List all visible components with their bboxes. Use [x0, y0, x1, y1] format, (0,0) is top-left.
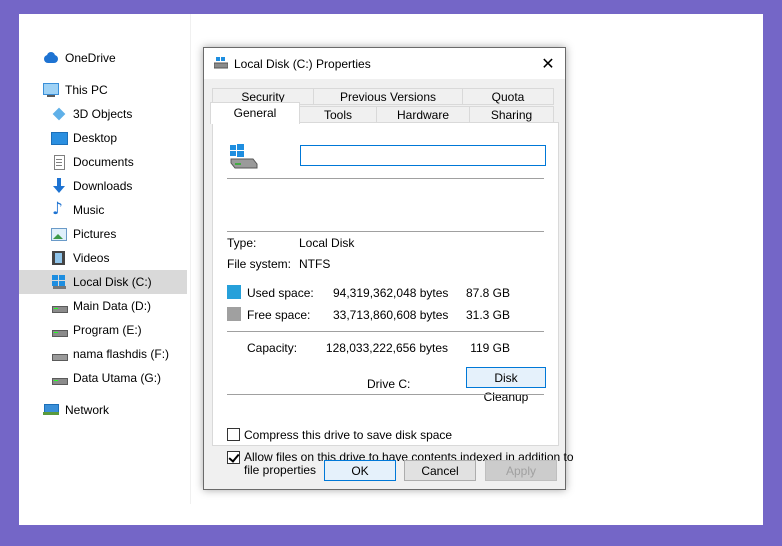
nav-item-program-e[interactable]: Program (E:): [51, 318, 183, 342]
nav-item-label: This PC: [65, 83, 108, 97]
disk-cleanup-button[interactable]: Disk Cleanup: [466, 367, 546, 404]
nav-item-label: Desktop: [73, 131, 118, 145]
nav-item-music[interactable]: Music: [51, 198, 183, 222]
drive-name-input[interactable]: [300, 145, 546, 166]
nav-item-videos[interactable]: Videos: [51, 246, 183, 270]
nav-item-downloads[interactable]: Downloads: [51, 174, 183, 198]
free-space-gb: 31.3 GB: [465, 308, 510, 322]
nav-item-pictures[interactable]: Pictures: [51, 222, 183, 246]
nav-item-label: Data Utama (G:): [73, 371, 162, 385]
divider: [227, 178, 544, 179]
dialog-title: Local Disk (C:) Properties: [234, 57, 371, 71]
properties-dialog: Local Disk (C:) Properties ✕ Security Pr…: [203, 47, 574, 490]
onedrive-icon: [43, 50, 59, 66]
pictures-icon: [51, 226, 67, 242]
tab-sharing[interactable]: Sharing: [469, 106, 554, 123]
type-label: Type:: [227, 236, 257, 250]
documents-icon: [51, 154, 67, 170]
type-value: Local Disk: [299, 236, 355, 250]
3d-objects-icon: [51, 106, 67, 122]
index-label-line2[interactable]: file properties: [244, 463, 316, 477]
tab-quota[interactable]: Quota: [462, 88, 554, 105]
capacity-bytes: 128,033,222,656 bytes: [325, 341, 448, 355]
used-space-swatch: [227, 285, 241, 299]
nav-item-data-utama-g[interactable]: Data Utama (G:): [51, 366, 183, 390]
nav-pane-divider: [190, 14, 191, 504]
divider: [227, 231, 544, 232]
windows-drive-large-icon: [227, 143, 259, 169]
nav-item-main-data-d[interactable]: Main Data (D:): [51, 294, 183, 318]
windows-drive-icon: [51, 274, 67, 290]
tab-general[interactable]: General: [210, 102, 300, 124]
ok-button[interactable]: OK: [324, 460, 396, 481]
cancel-button[interactable]: Cancel: [404, 460, 476, 481]
nav-item-local-disk-c[interactable]: Local Disk (C:): [19, 270, 187, 294]
drive-icon: [51, 322, 68, 338]
tab-hardware[interactable]: Hardware: [376, 106, 470, 123]
network-icon: [43, 402, 59, 418]
tab-previous-versions[interactable]: Previous Versions: [313, 88, 463, 105]
free-space-swatch: [227, 307, 241, 321]
close-icon[interactable]: ✕: [531, 48, 565, 79]
nav-item-documents[interactable]: Documents: [51, 150, 183, 174]
nav-item-label: Music: [73, 203, 105, 217]
nav-item-label: Network: [65, 403, 110, 417]
nav-item-label: Program (E:): [73, 323, 142, 337]
capacity-label: Capacity:: [247, 341, 298, 355]
nav-item-label: nama flashdis (F:): [73, 347, 170, 361]
used-space-label: Used space:: [247, 286, 314, 300]
videos-icon: [51, 250, 67, 266]
apply-button: Apply: [485, 460, 557, 481]
drive-icon: [51, 298, 68, 314]
nav-item-label: OneDrive: [65, 51, 116, 65]
index-checkbox[interactable]: [227, 451, 240, 464]
explorer-nav-pane: OneDrive This PC 3D Objects Desktop Docu…: [19, 14, 189, 504]
drive-caption: Drive C:: [367, 377, 411, 391]
this-pc-icon: [43, 82, 59, 98]
nav-item-label: Pictures: [73, 227, 117, 241]
tab-tools[interactable]: Tools: [299, 106, 377, 123]
nav-item-onedrive[interactable]: OneDrive: [43, 46, 183, 70]
nav-item-3d-objects[interactable]: 3D Objects: [51, 102, 183, 126]
nav-item-label: 3D Objects: [73, 107, 133, 121]
nav-item-label: Main Data (D:): [73, 299, 152, 313]
capacity-gb: 119 GB: [470, 341, 510, 355]
compress-label[interactable]: Compress this drive to save disk space: [244, 428, 452, 442]
free-space-label: Free space:: [247, 308, 311, 322]
nav-item-label: Videos: [73, 251, 110, 265]
general-tab-panel: Type: Local Disk File system: NTFS Used …: [212, 122, 574, 477]
divider: [227, 331, 544, 332]
compress-checkbox[interactable]: [227, 428, 240, 441]
used-space-bytes: 94,319,362,048 bytes: [333, 286, 449, 300]
nav-item-flashdisk-f[interactable]: nama flashdis (F:): [51, 342, 183, 366]
usb-drive-icon: [51, 346, 68, 362]
drive-icon: [51, 370, 68, 386]
used-space-gb: 87.8 GB: [465, 286, 510, 300]
nav-item-label: Downloads: [73, 179, 133, 193]
file-system-value: NTFS: [299, 257, 331, 271]
divider: [227, 394, 544, 395]
nav-item-this-pc[interactable]: This PC: [43, 78, 183, 102]
desktop-icon: [51, 130, 68, 146]
nav-item-network[interactable]: Network: [43, 398, 183, 422]
nav-item-label: Documents: [73, 155, 134, 169]
music-icon: [51, 199, 67, 219]
dialog-titlebar[interactable]: Local Disk (C:) Properties ✕: [204, 48, 565, 79]
drive-title-icon: [213, 57, 229, 69]
file-system-label: File system:: [227, 257, 292, 271]
nav-item-desktop[interactable]: Desktop: [51, 126, 183, 150]
free-space-bytes: 33,713,860,608 bytes: [333, 308, 449, 322]
downloads-icon: [51, 178, 67, 194]
nav-item-label: Local Disk (C:): [73, 275, 152, 289]
